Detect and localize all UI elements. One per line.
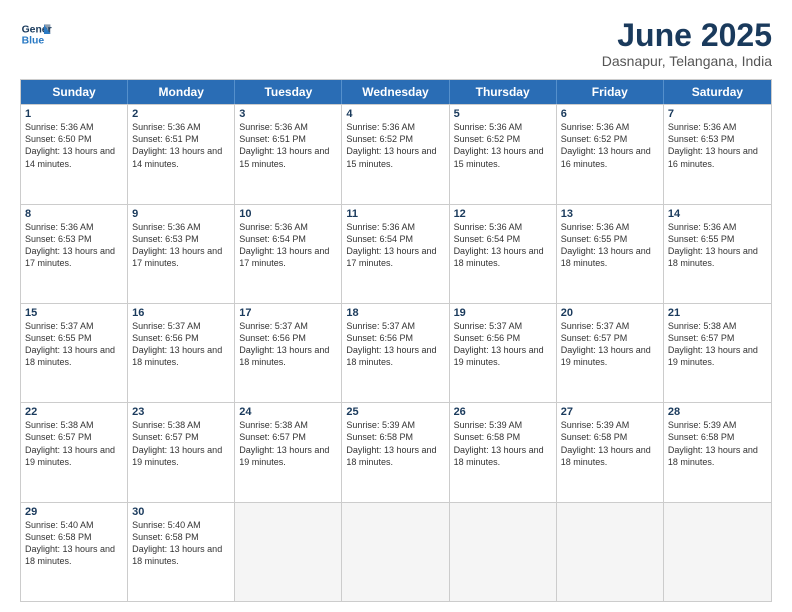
calendar-row: 22Sunrise: 5:38 AMSunset: 6:57 PMDayligh… bbox=[21, 402, 771, 501]
calendar-cell: 4Sunrise: 5:36 AMSunset: 6:52 PMDaylight… bbox=[342, 105, 449, 203]
calendar-cell: 10Sunrise: 5:36 AMSunset: 6:54 PMDayligh… bbox=[235, 205, 342, 303]
calendar-cell: 6Sunrise: 5:36 AMSunset: 6:52 PMDaylight… bbox=[557, 105, 664, 203]
calendar-cell bbox=[557, 503, 664, 601]
calendar-cell: 28Sunrise: 5:39 AMSunset: 6:58 PMDayligh… bbox=[664, 403, 771, 501]
logo-icon: General Blue bbox=[20, 18, 52, 50]
calendar-cell: 14Sunrise: 5:36 AMSunset: 6:55 PMDayligh… bbox=[664, 205, 771, 303]
location: Dasnapur, Telangana, India bbox=[602, 53, 772, 69]
calendar-cell bbox=[342, 503, 449, 601]
calendar-cell: 3Sunrise: 5:36 AMSunset: 6:51 PMDaylight… bbox=[235, 105, 342, 203]
page: General Blue June 2025 Dasnapur, Telanga… bbox=[0, 0, 792, 612]
calendar-cell: 23Sunrise: 5:38 AMSunset: 6:57 PMDayligh… bbox=[128, 403, 235, 501]
calendar-cell: 12Sunrise: 5:36 AMSunset: 6:54 PMDayligh… bbox=[450, 205, 557, 303]
calendar-cell: 1Sunrise: 5:36 AMSunset: 6:50 PMDaylight… bbox=[21, 105, 128, 203]
calendar-cell: 16Sunrise: 5:37 AMSunset: 6:56 PMDayligh… bbox=[128, 304, 235, 402]
calendar-cell: 19Sunrise: 5:37 AMSunset: 6:56 PMDayligh… bbox=[450, 304, 557, 402]
header-wednesday: Wednesday bbox=[342, 80, 449, 104]
calendar-row: 15Sunrise: 5:37 AMSunset: 6:55 PMDayligh… bbox=[21, 303, 771, 402]
calendar-cell: 15Sunrise: 5:37 AMSunset: 6:55 PMDayligh… bbox=[21, 304, 128, 402]
header-friday: Friday bbox=[557, 80, 664, 104]
title-section: June 2025 Dasnapur, Telangana, India bbox=[602, 18, 772, 69]
calendar-cell: 18Sunrise: 5:37 AMSunset: 6:56 PMDayligh… bbox=[342, 304, 449, 402]
calendar-cell: 27Sunrise: 5:39 AMSunset: 6:58 PMDayligh… bbox=[557, 403, 664, 501]
calendar-cell bbox=[664, 503, 771, 601]
calendar-row: 8Sunrise: 5:36 AMSunset: 6:53 PMDaylight… bbox=[21, 204, 771, 303]
calendar-cell: 11Sunrise: 5:36 AMSunset: 6:54 PMDayligh… bbox=[342, 205, 449, 303]
calendar-cell: 7Sunrise: 5:36 AMSunset: 6:53 PMDaylight… bbox=[664, 105, 771, 203]
calendar-cell: 22Sunrise: 5:38 AMSunset: 6:57 PMDayligh… bbox=[21, 403, 128, 501]
header: General Blue June 2025 Dasnapur, Telanga… bbox=[20, 18, 772, 69]
calendar-cell: 8Sunrise: 5:36 AMSunset: 6:53 PMDaylight… bbox=[21, 205, 128, 303]
header-saturday: Saturday bbox=[664, 80, 771, 104]
month-title: June 2025 bbox=[602, 18, 772, 53]
calendar-cell: 25Sunrise: 5:39 AMSunset: 6:58 PMDayligh… bbox=[342, 403, 449, 501]
calendar-body: 1Sunrise: 5:36 AMSunset: 6:50 PMDaylight… bbox=[21, 104, 771, 601]
calendar-cell: 20Sunrise: 5:37 AMSunset: 6:57 PMDayligh… bbox=[557, 304, 664, 402]
calendar-cell: 2Sunrise: 5:36 AMSunset: 6:51 PMDaylight… bbox=[128, 105, 235, 203]
calendar-cell: 5Sunrise: 5:36 AMSunset: 6:52 PMDaylight… bbox=[450, 105, 557, 203]
calendar-cell: 29Sunrise: 5:40 AMSunset: 6:58 PMDayligh… bbox=[21, 503, 128, 601]
calendar-cell: 26Sunrise: 5:39 AMSunset: 6:58 PMDayligh… bbox=[450, 403, 557, 501]
svg-text:Blue: Blue bbox=[22, 36, 45, 47]
logo: General Blue bbox=[20, 18, 52, 50]
calendar-header: Sunday Monday Tuesday Wednesday Thursday… bbox=[21, 80, 771, 104]
calendar-cell: 9Sunrise: 5:36 AMSunset: 6:53 PMDaylight… bbox=[128, 205, 235, 303]
header-tuesday: Tuesday bbox=[235, 80, 342, 104]
header-thursday: Thursday bbox=[450, 80, 557, 104]
calendar-cell bbox=[450, 503, 557, 601]
calendar-cell: 30Sunrise: 5:40 AMSunset: 6:58 PMDayligh… bbox=[128, 503, 235, 601]
calendar-cell bbox=[235, 503, 342, 601]
header-monday: Monday bbox=[128, 80, 235, 104]
calendar: Sunday Monday Tuesday Wednesday Thursday… bbox=[20, 79, 772, 602]
calendar-cell: 17Sunrise: 5:37 AMSunset: 6:56 PMDayligh… bbox=[235, 304, 342, 402]
calendar-row: 1Sunrise: 5:36 AMSunset: 6:50 PMDaylight… bbox=[21, 104, 771, 203]
header-sunday: Sunday bbox=[21, 80, 128, 104]
calendar-cell: 13Sunrise: 5:36 AMSunset: 6:55 PMDayligh… bbox=[557, 205, 664, 303]
calendar-row: 29Sunrise: 5:40 AMSunset: 6:58 PMDayligh… bbox=[21, 502, 771, 601]
calendar-cell: 24Sunrise: 5:38 AMSunset: 6:57 PMDayligh… bbox=[235, 403, 342, 501]
calendar-cell: 21Sunrise: 5:38 AMSunset: 6:57 PMDayligh… bbox=[664, 304, 771, 402]
